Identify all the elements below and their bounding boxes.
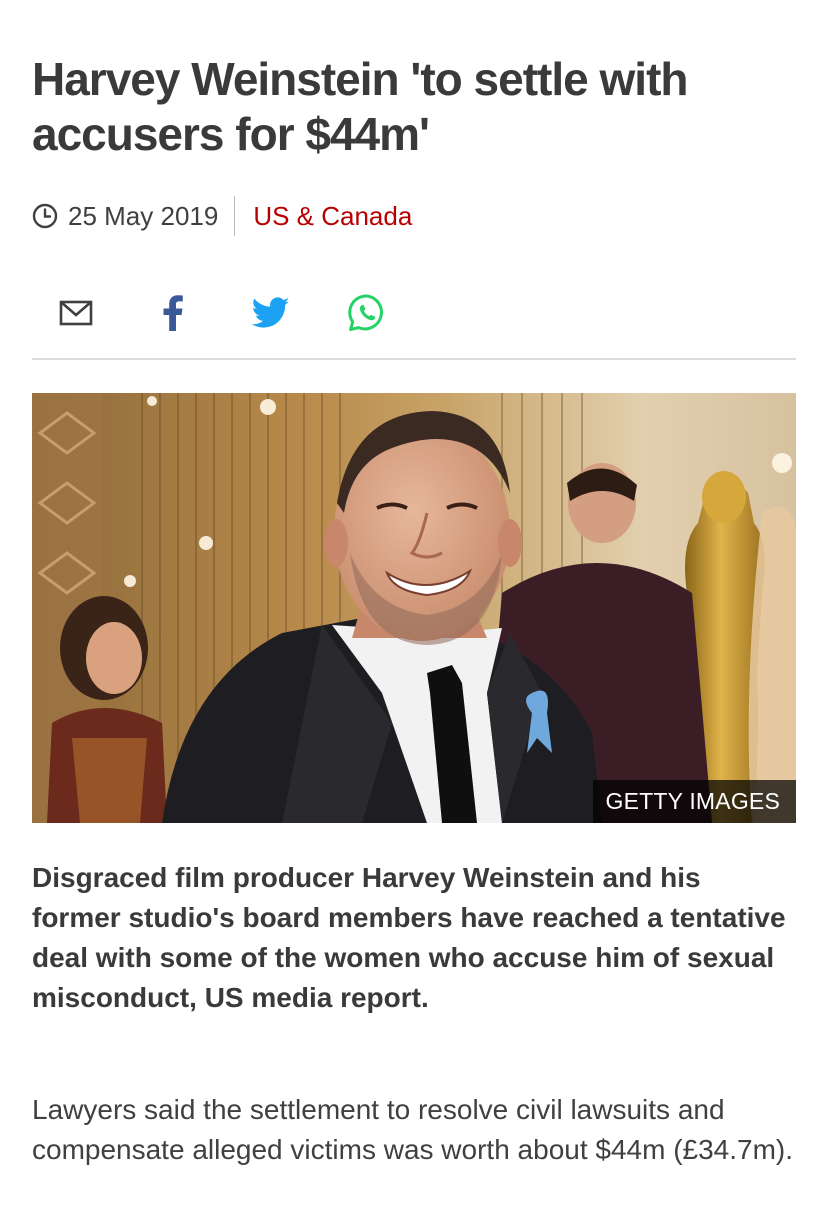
email-icon[interactable] — [56, 288, 96, 338]
facebook-icon[interactable] — [156, 288, 190, 338]
article-photo-illustration — [32, 393, 796, 823]
clock-icon — [32, 203, 58, 229]
article-headline: Harvey Weinstein 'to settle with accuser… — [32, 53, 688, 160]
article-meta: 25 May 2019 US & Canada — [32, 196, 412, 236]
image-credit: GETTY IMAGES — [593, 780, 796, 823]
divider — [32, 358, 796, 360]
article-date: 25 May 2019 — [68, 196, 236, 236]
share-bar — [32, 288, 796, 338]
section-link[interactable]: US & Canada — [235, 196, 412, 236]
whatsapp-icon[interactable] — [346, 288, 388, 338]
article-photo: GETTY IMAGES — [32, 393, 796, 823]
article-lead: Disgraced film producer Harvey Weinstein… — [32, 862, 786, 1013]
twitter-icon[interactable] — [250, 288, 292, 338]
article-body-paragraph: Lawyers said the settlement to resolve c… — [32, 1094, 794, 1165]
